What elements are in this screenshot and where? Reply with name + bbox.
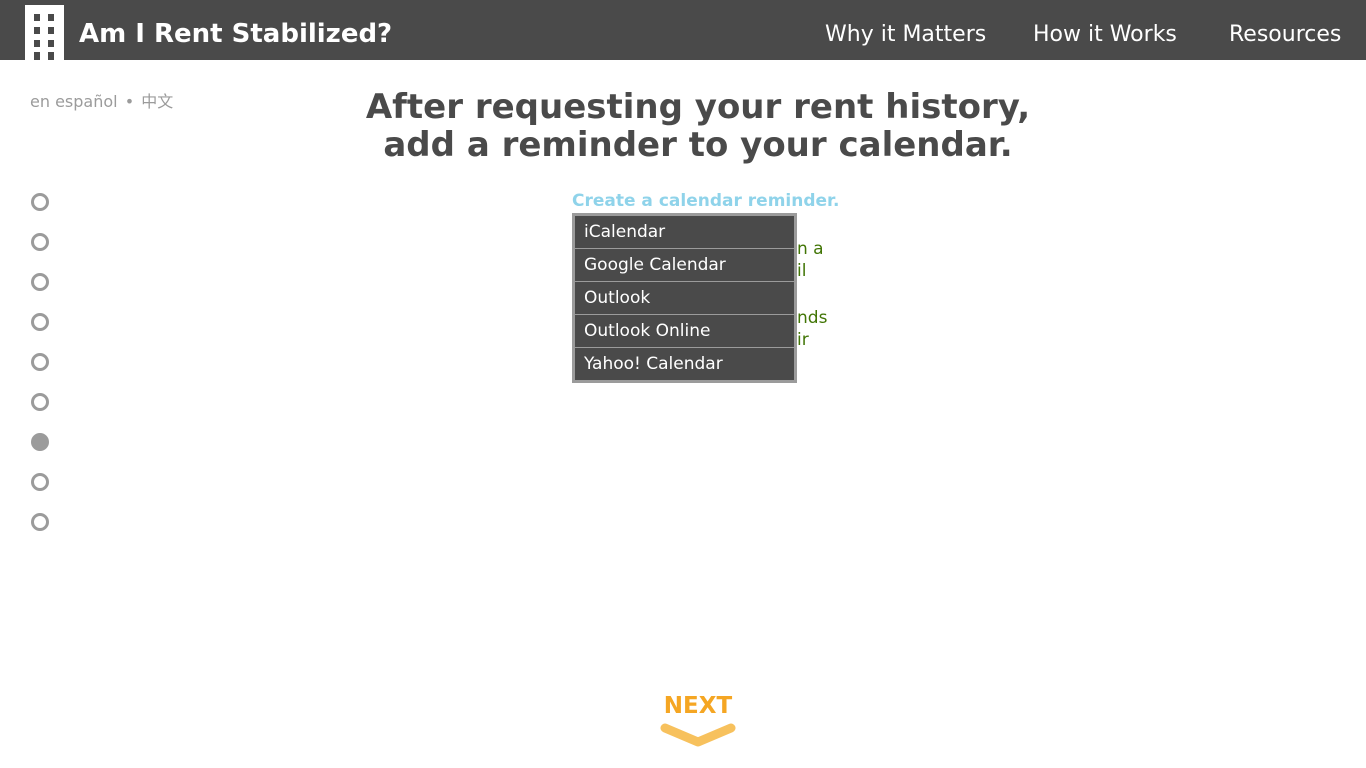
step-dot-8[interactable]: [31, 473, 49, 491]
step-dot-6[interactable]: [31, 393, 49, 411]
nav-why-it-matters[interactable]: Why it Matters: [825, 18, 986, 52]
site-title[interactable]: Am I Rent Stabilized?: [79, 16, 392, 52]
step-dot-5[interactable]: [31, 353, 49, 371]
create-calendar-reminder-link[interactable]: Create a calendar reminder.: [572, 190, 839, 212]
step-dot-1[interactable]: [31, 193, 49, 211]
step-dot-9[interactable]: [31, 513, 49, 531]
hidden-text-fragment: n a: [797, 239, 824, 259]
calendar-option-yahoo[interactable]: Yahoo! Calendar: [575, 348, 794, 380]
step-dot-4[interactable]: [31, 313, 49, 331]
calendar-option-outlook[interactable]: Outlook: [575, 282, 794, 315]
nav-how-it-works[interactable]: How it Works: [1033, 18, 1177, 52]
next-button[interactable]: NEXT: [640, 690, 756, 748]
building-icon[interactable]: [25, 5, 64, 60]
calendar-option-outlook-online[interactable]: Outlook Online: [575, 315, 794, 348]
step-dot-3[interactable]: [31, 273, 49, 291]
headline-line-1: After requesting your rent history,: [365, 87, 1031, 127]
headline-line-2: add a reminder to your calendar.: [383, 125, 1013, 165]
lang-separator: •: [124, 92, 135, 111]
hidden-text-fragment: nds: [797, 308, 828, 328]
step-dot-7[interactable]: [31, 433, 49, 451]
chevron-down-icon: [660, 723, 736, 747]
calendar-option-google[interactable]: Google Calendar: [575, 249, 794, 282]
nav-resources[interactable]: Resources: [1229, 18, 1341, 52]
hidden-text-fragment: ir: [797, 330, 809, 350]
lang-spanish-link[interactable]: en español: [30, 92, 118, 111]
lang-chinese-link[interactable]: 中文: [141, 92, 173, 111]
calendar-options-menu: iCalendar Google Calendar Outlook Outloo…: [572, 213, 797, 383]
calendar-option-icalendar[interactable]: iCalendar: [575, 216, 794, 249]
next-label: NEXT: [663, 693, 733, 719]
step-dot-2[interactable]: [31, 233, 49, 251]
language-switcher: en español • 中文: [30, 90, 173, 114]
step-progress-nav: [31, 193, 51, 553]
hidden-text-fragment: il: [797, 261, 807, 281]
top-navbar: Am I Rent Stabilized? Why it Matters How…: [0, 0, 1366, 60]
page-headline: After requesting your rent history, add …: [333, 88, 1063, 164]
